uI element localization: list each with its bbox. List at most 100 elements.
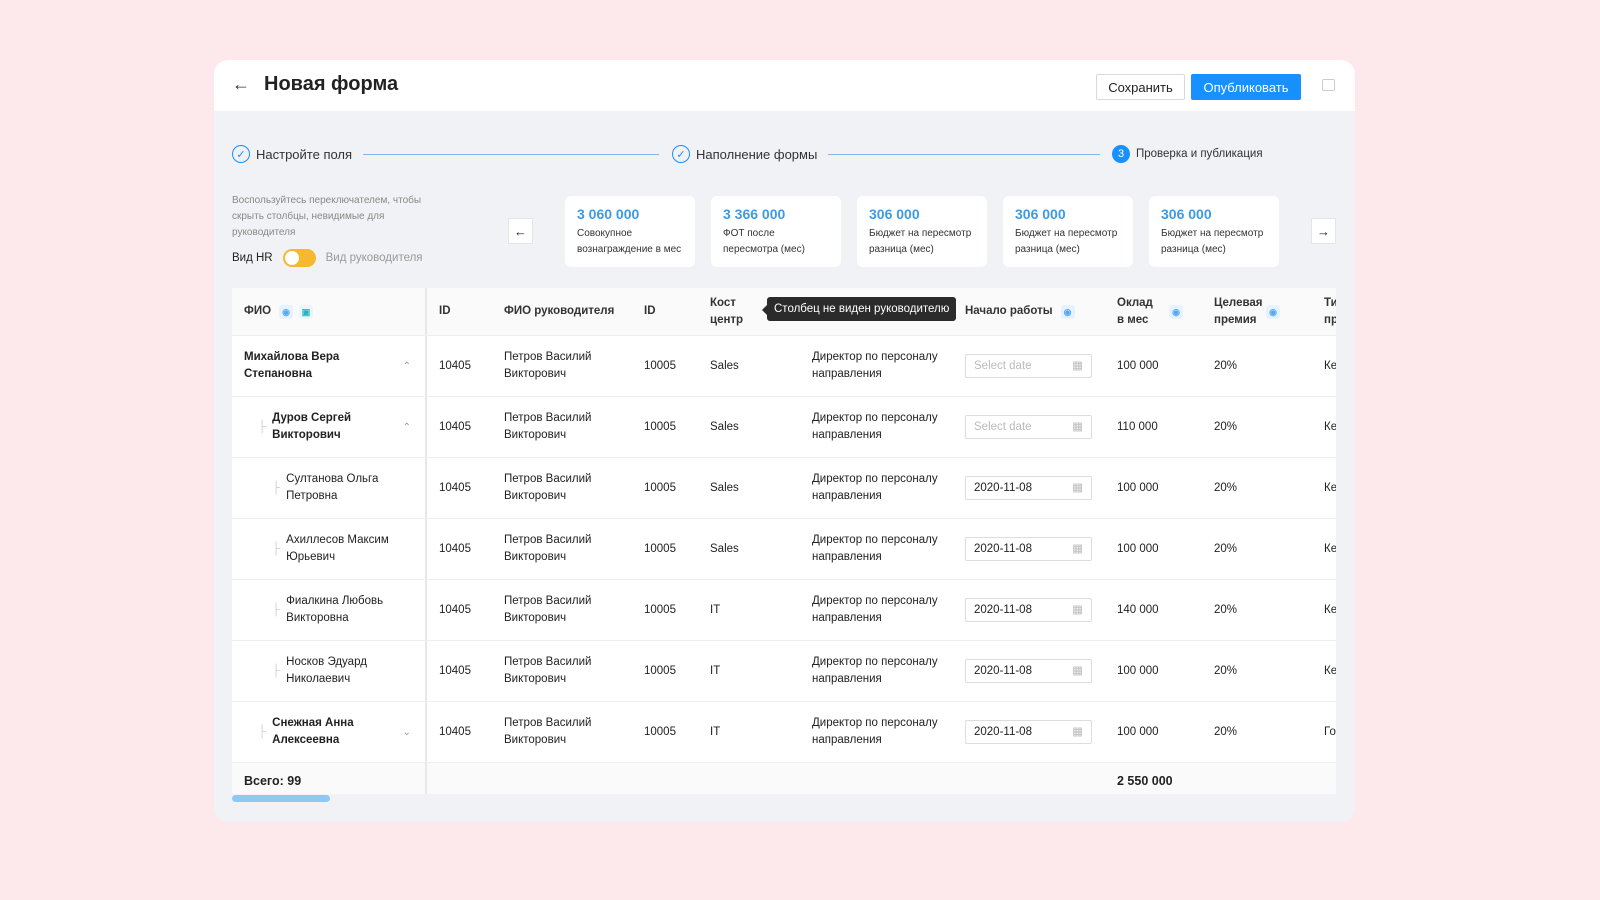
- manager-name: Петров Василий Викторович: [504, 717, 592, 746]
- salary: 100 000: [1117, 664, 1159, 677]
- manager-id: 10005: [644, 725, 676, 738]
- date-picker[interactable]: Select date ▦: [965, 415, 1092, 439]
- table-row[interactable]: ├ Фиалкина Любовь Викторовна 10405 Петров В…: [232, 580, 1336, 641]
- chevron-up-icon[interactable]: ⌃: [403, 419, 411, 436]
- bonus-type: Ке: [1324, 664, 1336, 677]
- employee-id: 10405: [439, 725, 471, 738]
- column-header: Кост центр: [710, 296, 744, 326]
- column-header: Целевая премия: [1214, 296, 1263, 326]
- manager-id: 10005: [644, 420, 676, 433]
- cost-center: Sales: [710, 481, 739, 494]
- table-row[interactable]: ├ Дуров Сергей Викторович ⌃ 10405 Петров Вас…: [232, 397, 1336, 458]
- kpi-card: 3 366 000 ФОТ после пересмотра (мес): [711, 196, 841, 267]
- step-3[interactable]: 3 Проверка и публикация: [1112, 145, 1263, 163]
- target-bonus: 20%: [1214, 481, 1238, 494]
- table-row[interactable]: Михайлова Вера Степановна ⌃ 10405 Петров Ва…: [232, 336, 1336, 397]
- step-2[interactable]: ✓ Наполнение формы: [672, 145, 817, 163]
- salary: 100 000: [1117, 542, 1159, 555]
- table-row[interactable]: ├ Носков Эдуард Николаевич 10405 Петров Вас…: [232, 641, 1336, 702]
- employee-id: 10405: [439, 359, 471, 372]
- chevron-up-icon[interactable]: ⌃: [403, 358, 411, 375]
- date-picker[interactable]: 2020-11-08 ▦: [965, 598, 1092, 622]
- date-picker[interactable]: Select date ▦: [965, 354, 1092, 378]
- save-button[interactable]: Сохранить: [1096, 74, 1185, 100]
- bonus-type: Го: [1324, 725, 1336, 738]
- date-value: 2020-11-08: [974, 542, 1032, 555]
- cost-center: Sales: [710, 359, 739, 372]
- view-toggle[interactable]: [282, 249, 316, 267]
- cost-center: IT: [710, 664, 721, 677]
- employee-name: Михайлова Вера Степановна: [244, 351, 340, 380]
- bonus-type: Ке: [1324, 359, 1336, 372]
- back-arrow-icon[interactable]: ←: [232, 74, 250, 95]
- manager-id: 10005: [644, 542, 676, 555]
- employee-id: 10405: [439, 420, 471, 433]
- column-header: ФИО: [244, 305, 272, 317]
- monitor-icon[interactable]: ▣: [299, 304, 314, 319]
- kpi-prev-button[interactable]: ←: [508, 218, 533, 244]
- calendar-icon: ▦: [1072, 725, 1083, 738]
- column-header: ID: [644, 305, 656, 317]
- eye-icon[interactable]: ◉: [1169, 304, 1183, 319]
- column-header: Начало работы: [965, 305, 1053, 317]
- manager-id: 10005: [644, 603, 676, 616]
- kpi-next-button[interactable]: →: [1311, 218, 1336, 244]
- kpi-value: 306 000: [1015, 206, 1066, 222]
- table-row[interactable]: ├ Снежная Анна Алексеевна ⌄ 10405 Петров Вас…: [232, 702, 1336, 763]
- table-row[interactable]: ├ Ахиллесов Максим Юрьевич 10405 Петров Вас…: [232, 519, 1336, 580]
- tree-line-icon: ├: [272, 542, 281, 555]
- tree-line-icon: ├: [272, 664, 281, 677]
- date-picker[interactable]: 2020-11-08 ▦: [965, 537, 1092, 561]
- kpi-label: Бюджет на пересмотр разница (мес): [1161, 228, 1264, 255]
- kpi-card: 306 000 Бюджет на пересмотр разница (мес): [857, 196, 987, 267]
- salary: 100 000: [1117, 359, 1159, 372]
- eye-icon[interactable]: ◉: [1266, 304, 1280, 319]
- exit-icon[interactable]: [1322, 79, 1335, 91]
- calendar-icon: ▦: [1072, 359, 1083, 372]
- bonus-type: Ке: [1324, 542, 1336, 555]
- publish-button[interactable]: Опубликовать: [1191, 74, 1301, 100]
- manager-name: Петров Василий Викторович: [504, 412, 592, 441]
- toggle-label-manager: Вид руководителя: [325, 252, 423, 264]
- column-header: Ти пр: [1324, 296, 1336, 326]
- horizontal-scrollbar[interactable]: [232, 795, 330, 802]
- step-1[interactable]: ✓ Настройте поля: [232, 145, 352, 163]
- date-value: 2020-11-08: [974, 725, 1032, 738]
- manager-name: Петров Василий Викторович: [504, 351, 592, 380]
- employee-id: 10405: [439, 542, 471, 555]
- tree-line-icon: ├: [272, 603, 281, 616]
- salary: 140 000: [1117, 603, 1159, 616]
- date-picker[interactable]: 2020-11-08 ▦: [965, 720, 1092, 744]
- manager-id: 10005: [644, 359, 676, 372]
- eye-icon[interactable]: ◉: [279, 304, 294, 319]
- position: Директор по персоналу направления: [812, 717, 938, 746]
- kpi-value: 3 060 000: [577, 206, 640, 222]
- total-count: Всего: 99: [244, 773, 302, 788]
- employee-name: Ахиллесов Максим Юрьевич: [286, 534, 389, 563]
- table-header: ФИО ◉ ▣ ID ФИО руководителя ID Кост центр Начал…: [232, 288, 1336, 336]
- employee-id: 10405: [439, 481, 471, 494]
- employee-name: Носков Эдуард Николаевич: [286, 656, 367, 685]
- tooltip: Столбец не виден руководителю: [761, 297, 957, 321]
- date-picker[interactable]: 2020-11-08 ▦: [965, 476, 1092, 500]
- manager-id: 10005: [644, 481, 676, 494]
- total-row: Всего: 99 2 550 000: [232, 763, 1336, 794]
- kpi-label: Совокупное вознаграждение в мес: [577, 228, 682, 255]
- calendar-icon: ▦: [1072, 664, 1083, 677]
- total-salary: 2 550 000: [1117, 773, 1173, 788]
- table-row[interactable]: ├ Султанова Ольга Петровна 10405 Петров Вас…: [232, 458, 1336, 519]
- manager-name: Петров Василий Викторович: [504, 473, 592, 502]
- step-connector: [828, 154, 1100, 155]
- step-label: Наполнение формы: [696, 146, 818, 162]
- cost-center: Sales: [710, 420, 739, 433]
- date-picker[interactable]: 2020-11-08 ▦: [965, 659, 1092, 683]
- chevron-down-icon[interactable]: ⌄: [403, 724, 411, 741]
- eye-icon[interactable]: ◉: [1060, 304, 1075, 319]
- kpi-value: 306 000: [869, 206, 920, 222]
- kpi-label: Бюджет на пересмотр разница (мес): [1015, 228, 1118, 255]
- cost-center: IT: [710, 603, 721, 616]
- position: Директор по персоналу направления: [812, 595, 938, 624]
- tree-line-icon: ├: [272, 481, 281, 494]
- column-header: Оклад в мес: [1117, 296, 1153, 326]
- salary: 100 000: [1117, 725, 1159, 738]
